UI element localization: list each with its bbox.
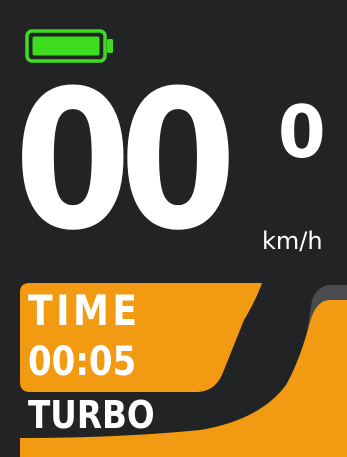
trip-time-value: 00:05: [28, 339, 137, 385]
assist-level-graphic: [20, 283, 347, 457]
bike-display-screen: 00 0 km/h TIME 00:05 TURBO: [0, 0, 347, 457]
assist-mode-label: TURBO: [28, 393, 155, 437]
trip-time-label: TIME: [28, 286, 141, 335]
